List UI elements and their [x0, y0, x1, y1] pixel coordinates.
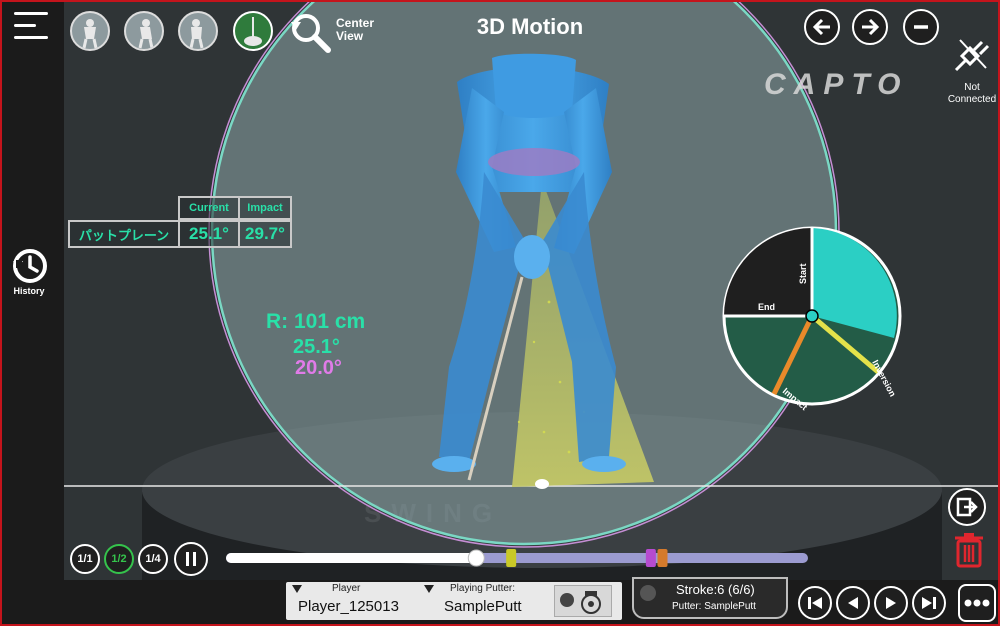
skip-end-button[interactable]: [912, 586, 946, 620]
trash-icon[interactable]: [954, 532, 984, 568]
golf-ball: [535, 479, 549, 489]
current-angle-value: 25.1°: [178, 220, 240, 248]
left-sidebar: History: [2, 2, 108, 624]
history-icon[interactable]: [10, 246, 50, 286]
timeline-thumb[interactable]: [467, 549, 485, 567]
stroke-panel: Stroke:6 (6/6) Putter: SamplePutt: [632, 577, 788, 619]
speed-1-1-button[interactable]: 1/1: [70, 544, 100, 574]
prev-view-button[interactable]: [804, 9, 840, 45]
stroke-phase-pie: End Start Impact Inversion: [722, 226, 902, 412]
exit-button[interactable]: [948, 488, 986, 526]
pie-label-start: Start: [798, 263, 808, 284]
more-button[interactable]: [958, 584, 996, 622]
plug-disconnected-icon[interactable]: [950, 32, 994, 76]
player-caption: Player: [332, 583, 361, 594]
arrow-left-icon: [812, 18, 830, 36]
play-icon: [886, 597, 896, 609]
putter-select[interactable]: SamplePutt: [444, 598, 522, 615]
brand-logo: CAPTO: [764, 68, 909, 101]
skip-end-icon: [922, 597, 936, 609]
chevron-down-icon: [424, 585, 434, 593]
col-impact-header: Impact: [238, 196, 292, 220]
play-button[interactable]: [874, 586, 908, 620]
next-view-button[interactable]: [852, 9, 888, 45]
zoom-out-button[interactable]: [903, 9, 939, 45]
speed-1-2-button[interactable]: 1/2: [104, 544, 134, 574]
skip-start-icon: [808, 597, 822, 609]
radius-readout: R: 101 cm: [266, 310, 366, 333]
exit-icon: [956, 497, 978, 517]
skip-start-button[interactable]: [798, 586, 832, 620]
stroke-putter: Putter: SamplePutt: [672, 601, 756, 612]
timeline-marker-2[interactable]: [645, 549, 656, 567]
arrow-right-icon: [862, 18, 880, 36]
app-window: History SWING: [0, 0, 1000, 626]
pause-button[interactable]: [174, 542, 208, 576]
playback-timeline[interactable]: [226, 549, 808, 567]
connection-status: Not Connected: [942, 82, 998, 106]
speed-1-4-button[interactable]: 1/4: [138, 544, 168, 574]
player-panel[interactable]: Player Player_125013 Playing Putter: Sam…: [286, 582, 622, 620]
col-current-header: Current: [178, 196, 240, 220]
timeline-marker-1[interactable]: [506, 549, 517, 567]
camera-settings-button[interactable]: [554, 585, 612, 617]
timeline-progress: [226, 553, 477, 563]
step-back-button[interactable]: [836, 586, 870, 620]
page-title: 3D Motion: [476, 14, 584, 39]
more-icon: [964, 599, 990, 607]
timeline-marker-3[interactable]: [657, 549, 668, 567]
putt-plane-label: パットプレーン: [68, 220, 180, 248]
pie-label-end: End: [758, 302, 775, 312]
current-angle-readout: 25.1°: [293, 336, 340, 358]
putter-caption: Playing Putter:: [450, 583, 516, 594]
reference-angle-readout: 20.0°: [295, 357, 342, 379]
minus-icon: [914, 25, 928, 29]
camera-settings-icon: [560, 591, 601, 614]
player-select[interactable]: Player_125013: [298, 598, 399, 615]
connection-line2: Connected: [947, 94, 997, 105]
step-back-icon: [848, 597, 858, 609]
history-label: History: [13, 286, 45, 296]
impact-angle-value: 29.7°: [238, 220, 292, 248]
stroke-count: Stroke:6 (6/6): [676, 582, 755, 597]
connection-line1: Not: [964, 82, 980, 93]
pause-icon: [186, 552, 196, 566]
chevron-down-icon: [292, 585, 302, 593]
ball-icon: [640, 585, 656, 601]
